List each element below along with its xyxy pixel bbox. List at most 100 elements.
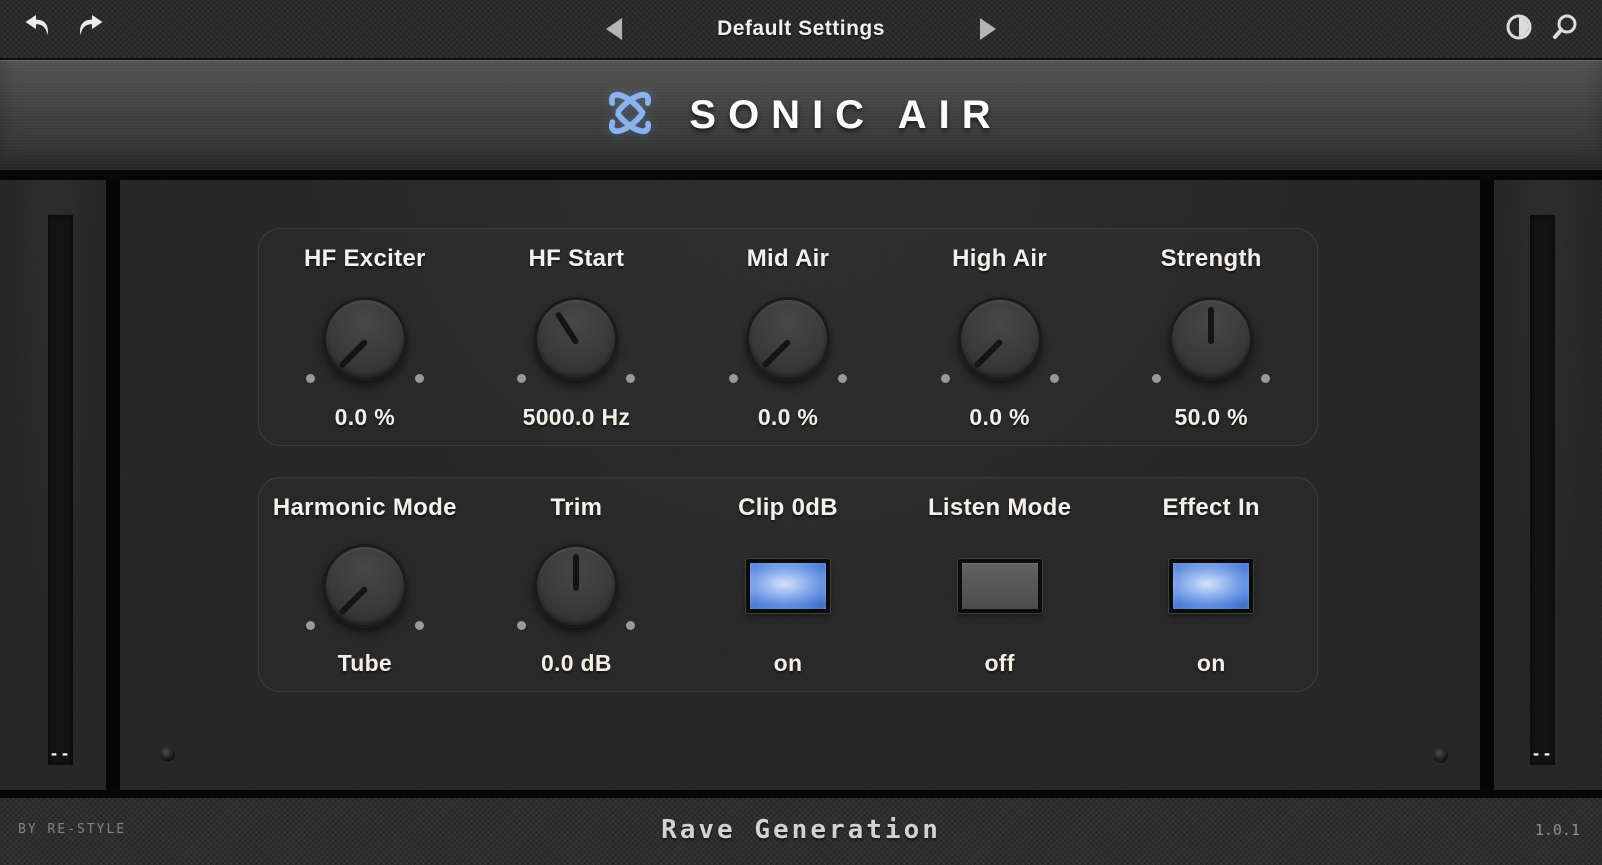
knob-max-dot-icon (1261, 374, 1270, 383)
clip-0db-toggle[interactable] (746, 559, 830, 613)
knob-pointer (338, 585, 368, 615)
knob-min-dot-icon (941, 374, 950, 383)
control-value: on (1197, 650, 1226, 677)
knob-face[interactable] (534, 544, 618, 628)
footer: BY RE-STYLE Rave Generation 1.0.1 (0, 798, 1602, 865)
knob-max-dot-icon (415, 374, 424, 383)
knob-group: HF Exciter 0.0 % HF Start (258, 228, 1318, 446)
control-value[interactable]: 0.0 % (969, 404, 1029, 431)
control-hf-exciter: HF Exciter 0.0 % (259, 229, 471, 445)
knob-min-dot-icon (517, 621, 526, 630)
led-light (750, 563, 826, 609)
control-label: HF Exciter (304, 245, 426, 273)
knob-face[interactable] (1169, 297, 1253, 381)
output-level-meter: -- (1530, 215, 1555, 765)
control-value[interactable]: 0.0 % (335, 404, 395, 431)
control-strength: Strength 50.0 % (1105, 229, 1317, 445)
knob-pointer (1208, 307, 1214, 344)
knob-min-dot-icon (729, 374, 738, 383)
effect-in-toggle[interactable] (1169, 559, 1253, 613)
brand: SONIC AIR (599, 82, 1002, 149)
knob-pointer (761, 338, 791, 368)
knob-face[interactable] (958, 297, 1042, 381)
preset-prev-button[interactable] (606, 18, 622, 40)
input-level-meter: -- (48, 215, 73, 765)
contrast-icon (1505, 13, 1533, 46)
knob-min-dot-icon (517, 374, 526, 383)
knob-max-dot-icon (1050, 374, 1059, 383)
high-air-knob[interactable] (958, 297, 1042, 381)
knob-max-dot-icon (626, 621, 635, 630)
control-value[interactable]: 0.0 dB (541, 650, 612, 677)
header: SONIC AIR (0, 60, 1602, 170)
control-value[interactable]: Tube (338, 650, 392, 677)
knob-face[interactable] (746, 297, 830, 381)
app-title: SONIC AIR (689, 93, 1002, 138)
preset-next-button[interactable] (980, 18, 996, 40)
harmonic-mode-knob[interactable] (323, 544, 407, 628)
knob-max-dot-icon (415, 621, 424, 630)
control-clip-0db: Clip 0dB on (682, 478, 894, 691)
trim-knob[interactable] (534, 544, 618, 628)
logo-atom-swirl-icon (599, 82, 661, 149)
control-listen-mode: Listen Mode off (894, 478, 1106, 691)
product-name: Rave Generation (0, 815, 1602, 845)
led-light (1173, 563, 1249, 609)
vertical-divider (106, 180, 120, 790)
strength-knob[interactable] (1169, 297, 1253, 381)
knob-pointer (555, 311, 580, 345)
right-meter-panel: -- (1494, 180, 1602, 790)
control-label: Strength (1161, 245, 1262, 273)
zoom-button[interactable] (1548, 12, 1582, 46)
control-label: High Air (952, 245, 1047, 273)
control-value: on (774, 650, 803, 677)
control-value[interactable]: 0.0 % (758, 404, 818, 431)
control-effect-in: Effect In on (1105, 478, 1317, 691)
knob-pointer (973, 338, 1003, 368)
control-hf-start: HF Start 5000.0 Hz (471, 229, 683, 445)
toolbar: Default Settings (0, 0, 1602, 60)
mid-air-knob[interactable] (746, 297, 830, 381)
knob-pointer (573, 554, 579, 591)
control-label: Trim (550, 494, 602, 522)
control-label: Mid Air (747, 245, 830, 273)
control-value[interactable]: 5000.0 Hz (523, 404, 631, 431)
control-label: Harmonic Mode (273, 494, 457, 522)
vertical-divider (1480, 180, 1494, 790)
control-label: Listen Mode (928, 494, 1071, 522)
control-label: Clip 0dB (738, 494, 838, 522)
meter-readout: -- (1530, 745, 1555, 763)
knob-min-dot-icon (1152, 374, 1161, 383)
screw-icon (160, 747, 175, 762)
control-label: Effect In (1163, 494, 1260, 522)
screw-icon (1433, 748, 1448, 763)
control-value[interactable]: 50.0 % (1174, 404, 1247, 431)
mode-group: Harmonic Mode Tube Trim (258, 477, 1318, 692)
preset-bar: Default Settings (0, 0, 1602, 58)
control-harmonic-mode: Harmonic Mode Tube (259, 478, 471, 691)
listen-mode-toggle[interactable] (958, 559, 1042, 613)
control-mid-air: Mid Air 0.0 % (682, 229, 894, 445)
version-text: 1.0.1 (1535, 821, 1580, 839)
knob-min-dot-icon (306, 621, 315, 630)
control-value: off (984, 650, 1014, 677)
knob-pointer (338, 338, 368, 368)
meter-readout: -- (48, 745, 73, 763)
hf-exciter-knob[interactable] (323, 297, 407, 381)
knob-min-dot-icon (306, 374, 315, 383)
contrast-button[interactable] (1502, 12, 1536, 46)
knob-face[interactable] (323, 544, 407, 628)
hf-start-knob[interactable] (534, 297, 618, 381)
control-label: HF Start (529, 245, 625, 273)
knob-max-dot-icon (626, 374, 635, 383)
knob-face[interactable] (534, 297, 618, 381)
led-light (962, 563, 1038, 609)
control-high-air: High Air 0.0 % (894, 229, 1106, 445)
plugin-window: Default Settings (0, 0, 1602, 865)
main-panel: HF Exciter 0.0 % HF Start (120, 180, 1480, 790)
preset-name[interactable]: Default Settings (676, 17, 926, 41)
magnifier-icon (1550, 12, 1580, 47)
body: -- HF Exciter (0, 170, 1602, 798)
knob-face[interactable] (323, 297, 407, 381)
control-trim: Trim 0.0 dB (471, 478, 683, 691)
